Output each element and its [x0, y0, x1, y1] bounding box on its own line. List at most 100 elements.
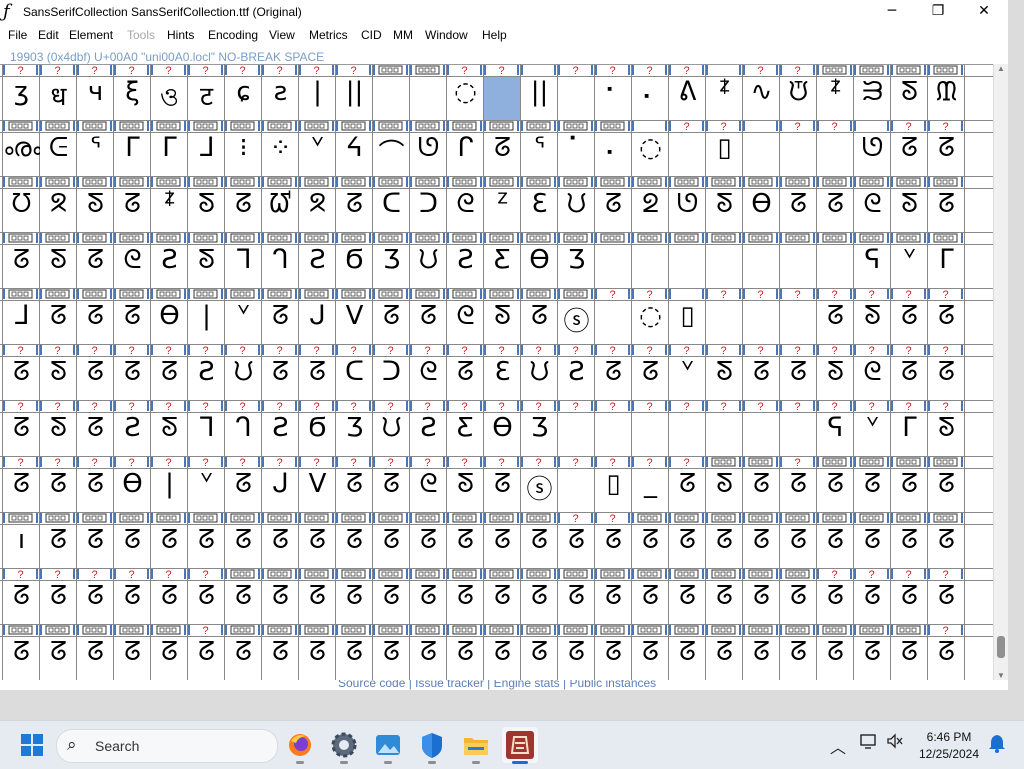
glyph-cell[interactable]: ᘔ [595, 581, 632, 625]
menu-window[interactable]: Window [425, 28, 468, 42]
glyph-cell[interactable]: ᒥ [151, 133, 188, 177]
glyph-cell[interactable]: ᙀ [521, 357, 558, 401]
glyph-cell[interactable]: ᘔ [558, 581, 595, 625]
glyph-cell[interactable] [743, 301, 780, 345]
glyph-cell[interactable]: ᘔ [188, 525, 225, 569]
glyph-cell[interactable] [780, 413, 817, 457]
menu-cid[interactable]: CID [361, 28, 382, 42]
glyph-cell[interactable]: ᒍ [299, 301, 336, 345]
glyph-cell[interactable]: ᘔ [299, 581, 336, 625]
glyph-cell[interactable]: ᘔ [447, 581, 484, 625]
glyph-cell[interactable]: ᒥ [114, 133, 151, 177]
glyph-cell[interactable]: ⁘ [262, 133, 299, 177]
glyph-cell[interactable]: ᘁ [891, 245, 928, 289]
menu-tools[interactable]: Tools [127, 28, 155, 42]
glyph-cell[interactable]: ᘔ [151, 525, 188, 569]
glyph-cell[interactable]: ∿ [743, 77, 780, 121]
glyph-cell[interactable]: ᘔ [336, 469, 373, 513]
glyph-cell[interactable]: _ [632, 469, 669, 513]
glyph-cell[interactable]: ᘔ [928, 189, 965, 233]
glyph-cell[interactable]: ᘓ [114, 245, 151, 289]
glyph-cell[interactable] [595, 301, 632, 345]
menu-hints[interactable]: Hints [167, 28, 194, 42]
glyph-cell[interactable]: || [521, 77, 558, 121]
glyph-cell[interactable]: ᘕ [706, 189, 743, 233]
glyph-cell[interactable] [706, 413, 743, 457]
glyph-cell[interactable]: ᘕ [447, 469, 484, 513]
glyph-cell[interactable]: ᘔ [706, 581, 743, 625]
glyph-cell[interactable]: ᘔ [817, 189, 854, 233]
firefox-icon[interactable] [282, 727, 318, 764]
glyph-cell[interactable]: ᘔ [891, 469, 928, 513]
glyph-cell[interactable]: ᘔ [632, 637, 669, 680]
glyph-cell[interactable]: ᑐ [410, 189, 447, 233]
glyph-cell[interactable]: ▯ [669, 301, 706, 345]
tray-overflow-chevron-icon[interactable]: ︿ [830, 734, 846, 758]
menu-help[interactable]: Help [482, 28, 507, 42]
glyph-cell[interactable]: ᘕ [891, 189, 928, 233]
glyph-cell[interactable]: ᒥ [928, 245, 965, 289]
glyph-cell[interactable]: Ɵ [743, 189, 780, 233]
glyph-cell[interactable]: ʒ [3, 77, 40, 121]
glyph-cell[interactable]: ᘔ [780, 189, 817, 233]
glyph-cell[interactable]: ᘔ [410, 525, 447, 569]
glyph-cell[interactable]: ᘔ [336, 637, 373, 680]
glyph-cell[interactable]: Ƹ [447, 413, 484, 457]
glyph-cell[interactable]: ᘔ [225, 637, 262, 680]
glyph-cell[interactable]: ᘔ [891, 133, 928, 177]
glyph-cell[interactable]: ᘔ [558, 637, 595, 680]
glyph-cell[interactable]: ᘝ [40, 189, 77, 233]
menu-encoding[interactable]: Encoding [208, 28, 258, 42]
glyph-cell[interactable] [595, 245, 632, 289]
glyph-cell[interactable]: ▯ [706, 133, 743, 177]
glyph-cell[interactable]: | [151, 469, 188, 513]
glyph-cell[interactable] [669, 133, 706, 177]
glyph-cell[interactable]: ᘔ [447, 357, 484, 401]
glyph-cell[interactable]: Ɛ [521, 189, 558, 233]
glyph-cell[interactable]: ◌ [632, 133, 669, 177]
glyph-cell[interactable]: ᘕ [40, 245, 77, 289]
glyph-cell[interactable]: ᘔ [854, 637, 891, 680]
glyph-cell[interactable]: ᘔ [891, 581, 928, 625]
glyph-cell[interactable]: Ɛ [484, 357, 521, 401]
glyph-cell[interactable]: ᘔ [114, 301, 151, 345]
glyph-cell[interactable]: ᘕ [706, 357, 743, 401]
footer-links[interactable]: Source code | Issue tracker | Engine sta… [338, 680, 656, 690]
glyph-cell[interactable]: ᘕ [817, 357, 854, 401]
glyph-cell[interactable]: ⠄ [595, 133, 632, 177]
glyph-cell[interactable]: ᘔ [77, 637, 114, 680]
glyph-cell[interactable] [632, 413, 669, 457]
glyph-cell[interactable]: ᘔ [262, 581, 299, 625]
glyph-cell[interactable]: ᘔ [151, 581, 188, 625]
glyph-cell[interactable]: ᘓ [854, 357, 891, 401]
glyph-cell[interactable]: ᘮ [3, 189, 40, 233]
glyph-cell[interactable]: ᘔ [521, 637, 558, 680]
glyph-cell[interactable]: ɕ [225, 77, 262, 121]
glyph-cell[interactable]: ᘔ [373, 581, 410, 625]
glyph-cell[interactable]: ᘔ [188, 637, 225, 680]
glyph-cell[interactable]: ᕕ [669, 77, 706, 121]
minimize-button[interactable]: ─ [869, 0, 915, 24]
glyph-cell[interactable]: ᘔ [706, 637, 743, 680]
glyph-cell[interactable]: ᘓ [410, 357, 447, 401]
glyph-cell[interactable] [817, 133, 854, 177]
glyph-cell[interactable]: ᘔ [410, 637, 447, 680]
glyph-cell[interactable]: ᘔ [447, 637, 484, 680]
glyph-cell[interactable]: Ƨ [299, 245, 336, 289]
glyph-cell[interactable]: ᘔ [299, 525, 336, 569]
glyph-cell[interactable]: ᘕ [706, 469, 743, 513]
glyph-cell[interactable]: ᒣ [225, 245, 262, 289]
glyph-cell[interactable]: ᘔ [669, 469, 706, 513]
glyph-cell[interactable]: ᘔ [558, 525, 595, 569]
glyph-cell[interactable]: ᑕ [373, 189, 410, 233]
glyph-cell[interactable] [780, 133, 817, 177]
glyph-cell[interactable]: Ʒ [373, 245, 410, 289]
glyph-cell[interactable]: ᙀ [373, 413, 410, 457]
glyph-cell[interactable] [558, 77, 595, 121]
glyph-cell[interactable]: ᘔ [595, 189, 632, 233]
glyph-cell[interactable]: Ɵ [151, 301, 188, 345]
glyph-cell[interactable] [706, 301, 743, 345]
glyph-cell[interactable]: ᒥ [891, 413, 928, 457]
glyph-cell[interactable]: Ƨ [558, 357, 595, 401]
glyph-cell[interactable]: ᘕ [854, 301, 891, 345]
